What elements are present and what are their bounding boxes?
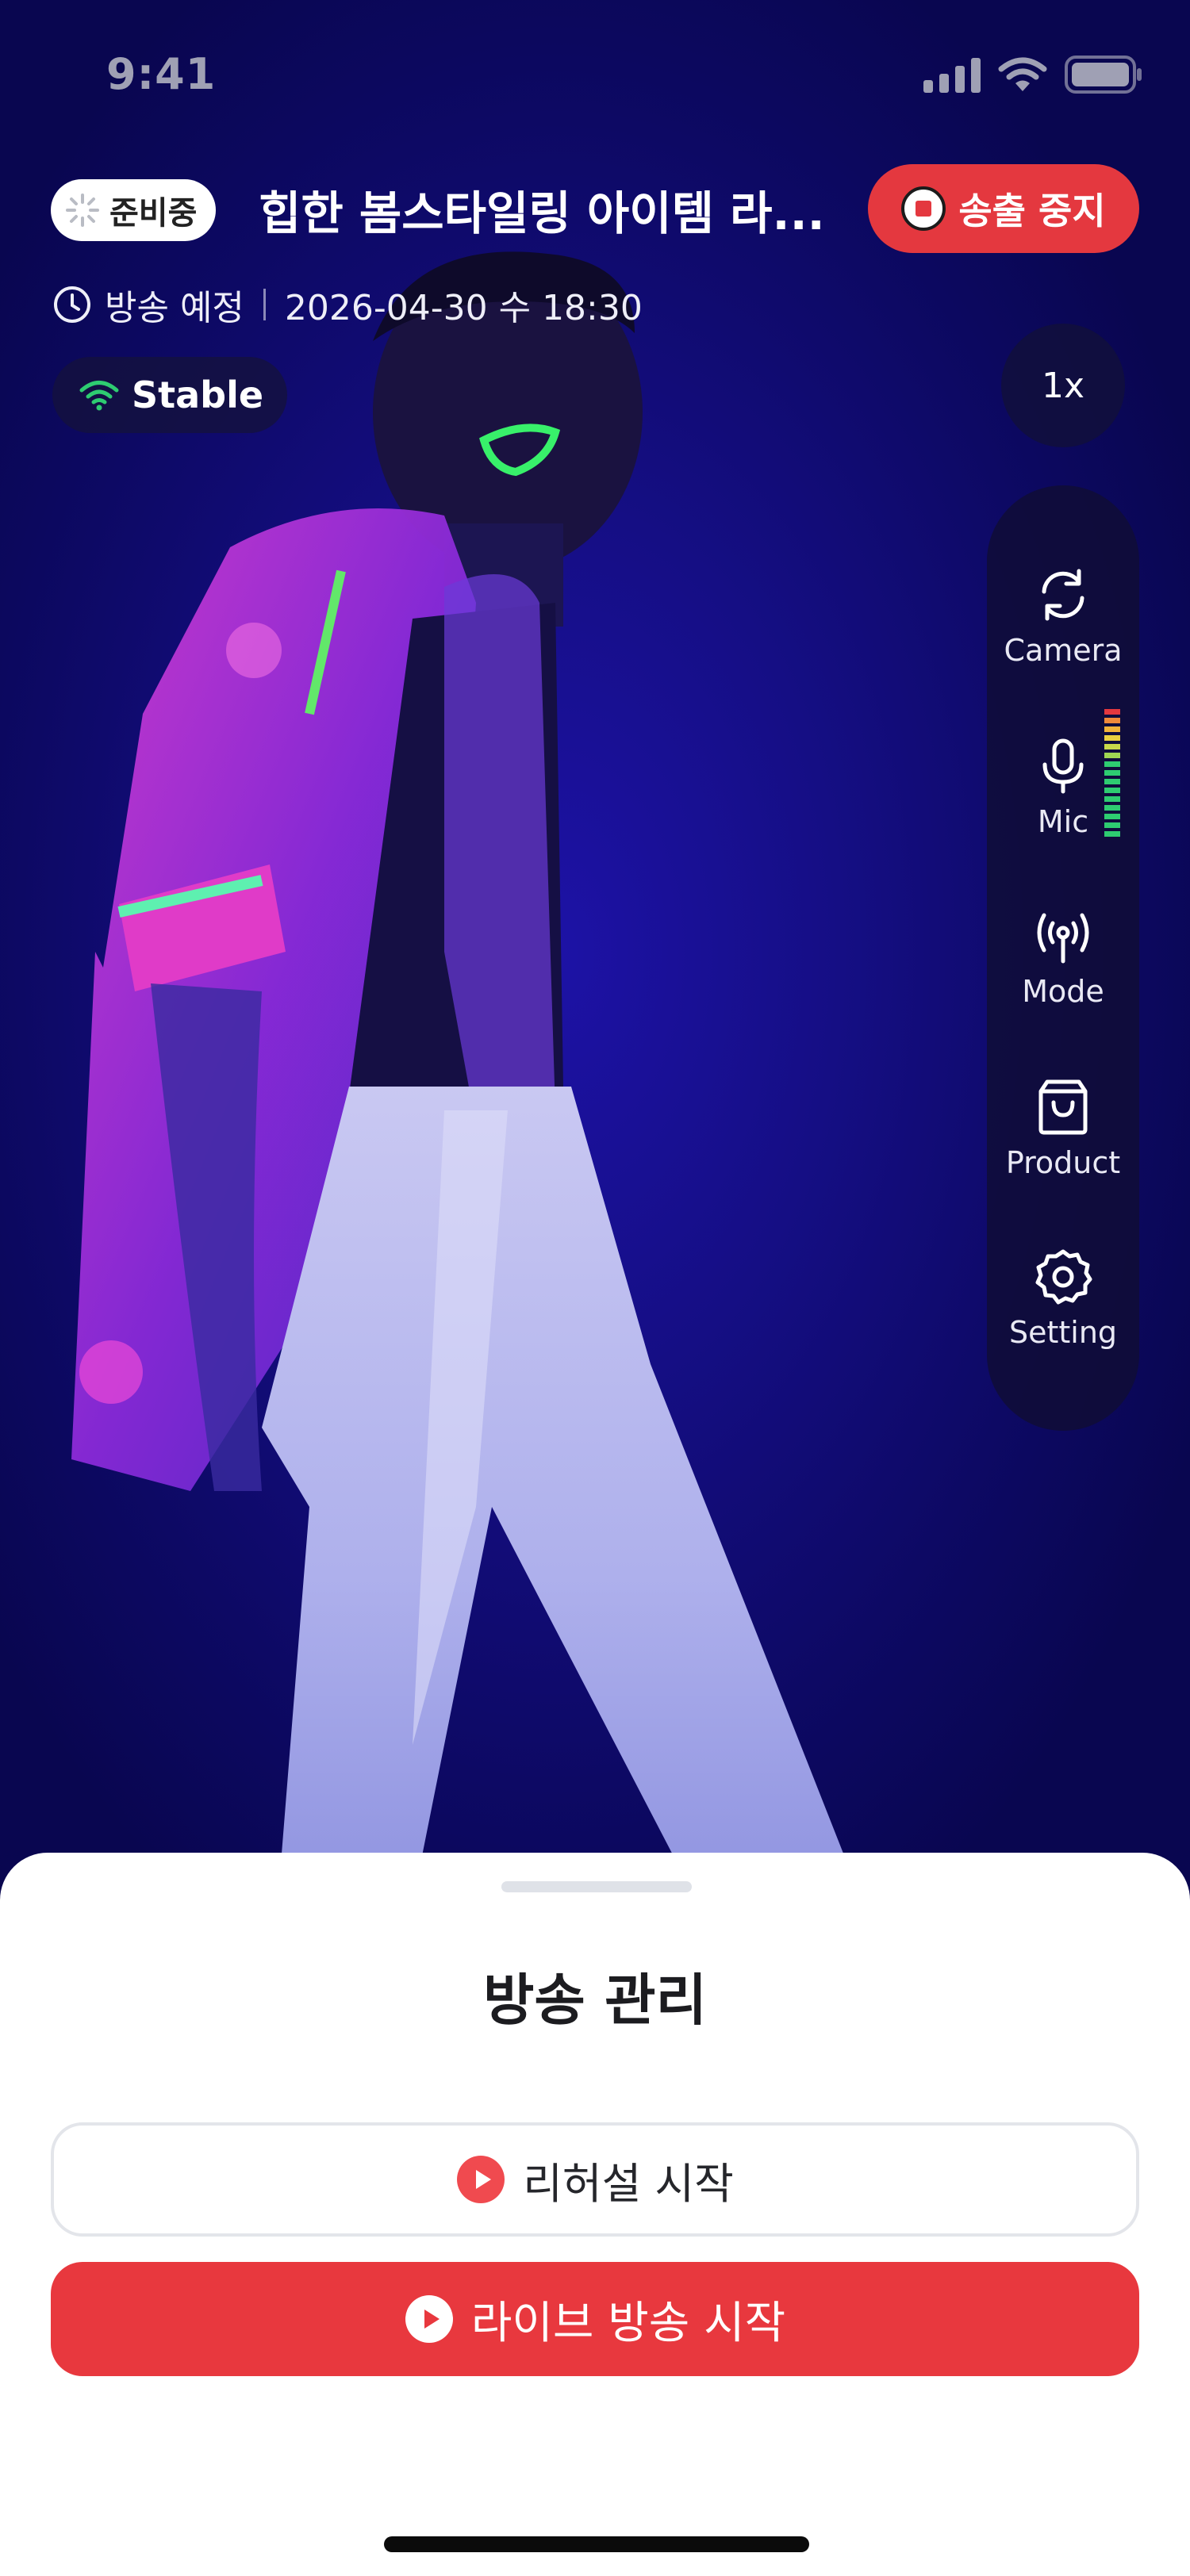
status-time: 9:41 [106,49,217,99]
product-button[interactable]: Product [987,1077,1139,1236]
broadcast-title: 힙한 봄스타일링 아이템 라... [259,186,825,240]
setting-button[interactable]: Setting [987,1247,1139,1405]
status-bar: 9:41 [0,0,1190,151]
schedule-datetime: 2026-04-30 수 18:30 [284,288,643,328]
camera-switch-icon [1042,569,1084,621]
schedule-label: 방송 예정 [105,288,244,328]
status-icons [923,56,1142,94]
camera-switch-button[interactable]: Camera [987,565,1139,723]
broadcast-status-chip: 준비중 [51,179,217,241]
microphone-icon [1042,738,1084,794]
tool-rail: Camera Mic Mode Product Setting [987,485,1139,1431]
broadcast-management-sheet: 방송 관리 리허설 시작 라이브 방송 시작 [0,1853,1190,2576]
setting-label: Setting [1008,1315,1118,1350]
clock-icon [54,286,90,323]
mode-label: Mode [1022,974,1104,1009]
loading-spinner-icon [66,194,99,227]
rehearsal-label: 리허설 시작 [523,2158,734,2209]
stop-streaming-label: 송출 중지 [958,190,1106,232]
schedule-info: 방송 예정 2026-04-30 수 18:30 [52,279,643,330]
broadcast-icon [1037,913,1089,964]
start-rehearsal-button[interactable]: 리허설 시작 [51,2122,1139,2237]
record-stop-icon [901,186,946,231]
battery-icon [1065,56,1142,94]
divider [263,289,266,320]
start-live-button[interactable]: 라이브 방송 시작 [51,2262,1139,2376]
cellular-signal-icon [923,58,981,93]
product-label: Product [1005,1145,1121,1180]
play-circle-icon [457,2156,505,2203]
wifi-signal-icon [79,381,119,411]
network-status-label: Stable [132,374,264,416]
live-label: 라이브 방송 시작 [470,2297,786,2349]
mic-level-meter [1104,709,1120,837]
home-indicator [384,2536,809,2552]
mode-button[interactable]: Mode [987,906,1139,1064]
sheet-title: 방송 관리 [483,1968,707,2033]
wifi-icon [998,57,1047,91]
status-chip-label: 준비중 [109,195,198,232]
zoom-label: 1x [1041,365,1085,406]
network-status-chip: Stable [52,357,288,433]
mic-label: Mic [1037,804,1089,839]
sheet-drag-handle[interactable] [501,1881,692,1892]
shopping-bag-icon [1038,1079,1088,1135]
camera-label: Camera [1004,633,1123,668]
play-circle-icon [405,2295,453,2343]
gear-icon [1035,1249,1092,1305]
zoom-button[interactable]: 1x [1001,324,1125,447]
stop-streaming-button[interactable]: 송출 중지 [868,164,1139,253]
